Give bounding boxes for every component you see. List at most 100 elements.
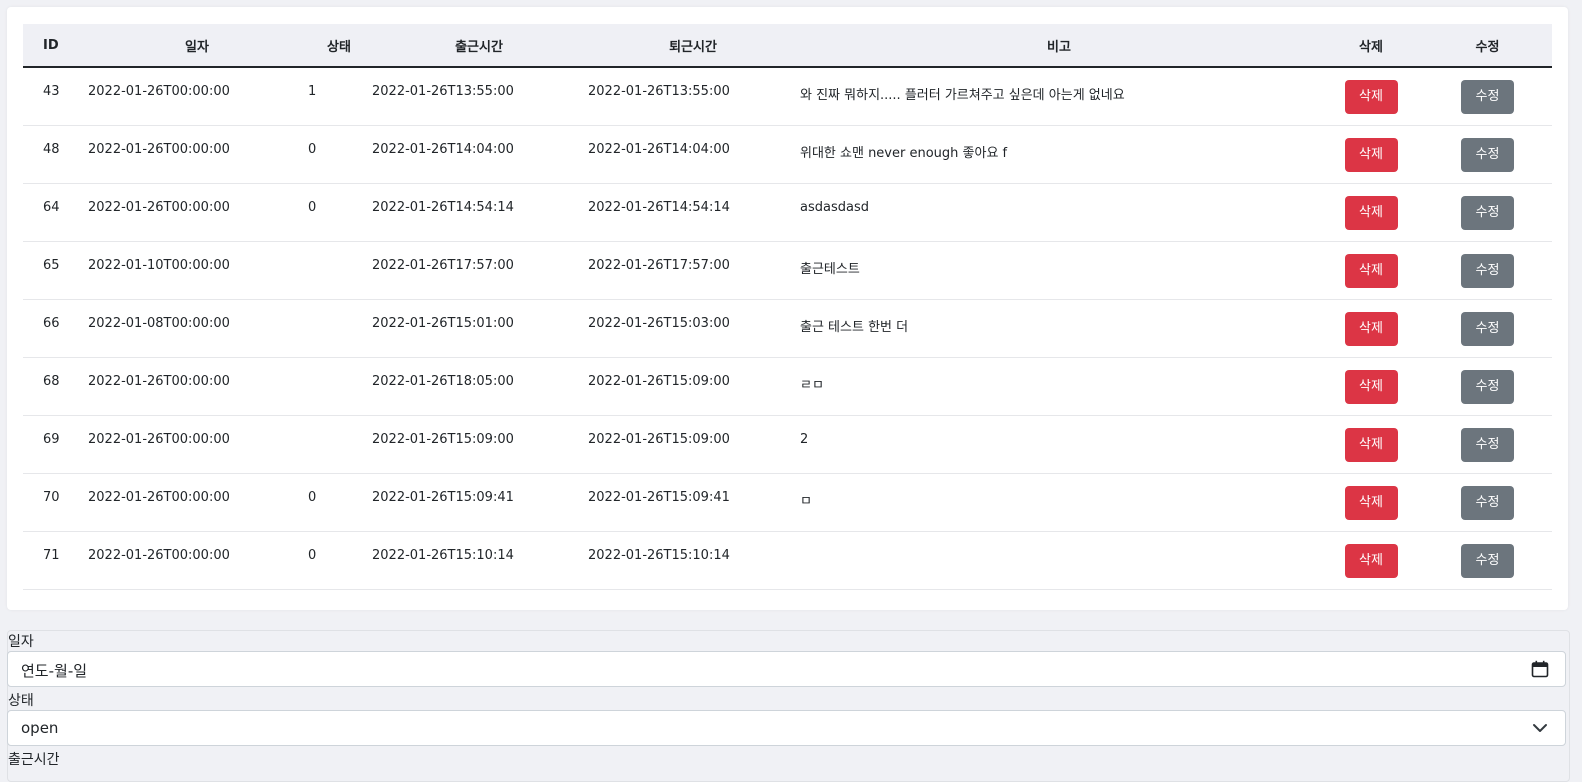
table-row: 68 2022-01-26T00:00:00 2022-01-26T18:05:00… xyxy=(23,357,1552,415)
edit-button[interactable]: 수정 xyxy=(1461,427,1514,462)
cell-date: 2022-01-08T00:00:00 xyxy=(88,315,230,331)
cell-note: 와 진짜 뭐하지..... 플러터 가르쳐주고 싶은데 아는게 없네요 xyxy=(800,88,1125,103)
cell-checkout: 2022-01-26T13:55:00 xyxy=(588,84,730,99)
delete-button[interactable]: 삭제 xyxy=(1344,195,1398,230)
table-row: 71 2022-01-26T00:00:00 0 2022-01-26T15:10:1… xyxy=(23,531,1552,589)
cell-edit: 수정 xyxy=(1423,531,1552,589)
edit-button[interactable]: 수정 xyxy=(1461,137,1514,172)
cell-checkout: 2022-01-26T15:10:14 xyxy=(588,547,730,563)
status-select[interactable]: open xyxy=(7,710,1566,746)
delete-button[interactable]: 삭제 xyxy=(1344,80,1398,114)
status-label: 상태 xyxy=(8,693,34,709)
cell-checkout: 2022-01-26T17:57:00 xyxy=(588,257,730,273)
cell-checkout: 2022-01-26T15:03:00 xyxy=(588,315,730,331)
delete-button[interactable]: 삭제 xyxy=(1344,137,1398,172)
cell-status: 1 xyxy=(308,84,317,99)
cell-id: 43 xyxy=(43,84,60,99)
date-label: 일자 xyxy=(8,634,34,650)
cell-note: 출근테스트 xyxy=(800,261,860,277)
cell-delete: 삭제 xyxy=(1319,183,1423,241)
cell-date: 2022-01-26T00:00:00 xyxy=(88,199,230,215)
cell-date: 2022-01-26T00:00:00 xyxy=(88,547,230,563)
table-body: 43 2022-01-26T00:00:00 1 2022-01-26T13:55:0… xyxy=(23,67,1552,589)
cell-date: 2022-01-26T00:00:00 xyxy=(88,373,230,389)
edit-button[interactable]: 수정 xyxy=(1461,253,1514,288)
cell-checkin: 2022-01-26T15:10:14 xyxy=(372,547,514,563)
status-selected-value: open xyxy=(21,719,59,737)
cell-status xyxy=(307,241,371,299)
cell-id: 48 xyxy=(43,141,60,157)
cell-date: 2022-01-26T00:00:00 xyxy=(88,141,230,157)
cell-checkin: 2022-01-26T17:57:00 xyxy=(372,257,514,273)
cell-delete: 삭제 xyxy=(1319,67,1423,125)
cell-checkout: 2022-01-26T14:54:14 xyxy=(588,199,730,215)
edit-button[interactable]: 수정 xyxy=(1461,311,1514,346)
cell-note: 출근 테스트 한번 더 xyxy=(800,319,909,335)
cell-date: 2022-01-26T00:00:00 xyxy=(88,84,230,99)
table-row: 43 2022-01-26T00:00:00 1 2022-01-26T13:55:0… xyxy=(23,67,1552,125)
delete-button[interactable]: 삭제 xyxy=(1344,427,1398,462)
cell-edit: 수정 xyxy=(1423,299,1552,357)
cell-id: 65 xyxy=(43,257,60,273)
table-row: 65 2022-01-10T00:00:00 2022-01-26T17:57:00… xyxy=(23,241,1552,299)
cell-note: asdasdasd xyxy=(800,199,869,215)
cell-date: 2022-01-26T00:00:00 xyxy=(88,489,230,505)
cell-delete: 삭제 xyxy=(1319,531,1423,589)
attendance-table: ID 일자 상태 출근시간 퇴근시간 비고 삭제 수정 43 2022-01-26… xyxy=(23,24,1552,590)
checkin-label: 출근시간 xyxy=(8,752,60,768)
cell-status: 0 xyxy=(308,199,317,215)
edit-button[interactable]: 수정 xyxy=(1461,543,1514,578)
date-placeholder: 연도-월-일 xyxy=(21,662,88,680)
delete-button[interactable]: 삭제 xyxy=(1344,485,1398,520)
table-row: 64 2022-01-26T00:00:00 0 2022-01-26T14:54:1… xyxy=(23,183,1552,241)
cell-delete: 삭제 xyxy=(1319,125,1423,183)
cell-checkout: 2022-01-26T15:09:00 xyxy=(588,431,730,447)
table-header-row: ID 일자 상태 출근시간 퇴근시간 비고 삭제 수정 xyxy=(23,24,1552,68)
cell-note: ㄹㅁ xyxy=(800,377,824,393)
edit-button[interactable]: 수정 xyxy=(1461,369,1514,404)
cell-delete: 삭제 xyxy=(1319,415,1423,473)
delete-button[interactable]: 삭제 xyxy=(1344,311,1398,346)
table-row: 69 2022-01-26T00:00:00 2022-01-26T15:09:00… xyxy=(23,415,1552,473)
cell-status xyxy=(307,357,371,415)
delete-button[interactable]: 삭제 xyxy=(1344,253,1398,288)
cell-checkout: 2022-01-26T15:09:41 xyxy=(588,489,730,505)
cell-note: 위대한 쇼맨 never enough 좋아요 f xyxy=(800,145,1008,161)
edit-button[interactable]: 수정 xyxy=(1461,485,1514,520)
records-card: ID 일자 상태 출근시간 퇴근시간 비고 삭제 수정 43 2022-01-26… xyxy=(7,7,1568,610)
cell-edit: 수정 xyxy=(1423,241,1552,299)
cell-id: 71 xyxy=(43,547,60,563)
cell-delete: 삭제 xyxy=(1319,299,1423,357)
header-edit: 수정 xyxy=(1423,24,1552,68)
cell-date: 2022-01-10T00:00:00 xyxy=(88,257,230,273)
cell-status xyxy=(307,299,371,357)
cell-delete: 삭제 xyxy=(1319,241,1423,299)
cell-note: 2 xyxy=(800,431,809,447)
cell-id: 70 xyxy=(43,489,60,505)
cell-checkin: 2022-01-26T14:04:00 xyxy=(372,141,514,157)
header-status: 상태 xyxy=(307,24,371,68)
cell-checkin: 2022-01-26T15:09:00 xyxy=(372,431,514,447)
cell-note: ㅁ xyxy=(800,493,812,509)
header-id: ID xyxy=(23,24,87,68)
header-delete: 삭제 xyxy=(1319,24,1423,68)
cell-delete: 삭제 xyxy=(1319,357,1423,415)
delete-button[interactable]: 삭제 xyxy=(1344,543,1398,578)
cell-checkin: 2022-01-26T13:55:00 xyxy=(372,84,514,99)
cell-checkin: 2022-01-26T15:09:41 xyxy=(372,489,514,505)
cell-date: 2022-01-26T00:00:00 xyxy=(88,431,230,447)
cell-checkin: 2022-01-26T14:54:14 xyxy=(372,199,514,215)
header-note: 비고 xyxy=(799,24,1319,68)
cell-id: 66 xyxy=(43,315,60,331)
header-checkout: 퇴근시간 xyxy=(587,24,799,68)
delete-button[interactable]: 삭제 xyxy=(1344,369,1398,404)
cell-edit: 수정 xyxy=(1423,357,1552,415)
cell-edit: 수정 xyxy=(1423,183,1552,241)
edit-button[interactable]: 수정 xyxy=(1461,195,1514,230)
calendar-icon[interactable] xyxy=(1531,660,1549,678)
cell-status: 0 xyxy=(308,547,317,563)
edit-button[interactable]: 수정 xyxy=(1461,80,1514,114)
cell-id: 68 xyxy=(43,373,60,389)
date-input[interactable]: 연도-월-일 xyxy=(7,651,1566,687)
cell-checkin: 2022-01-26T18:05:00 xyxy=(372,373,514,389)
